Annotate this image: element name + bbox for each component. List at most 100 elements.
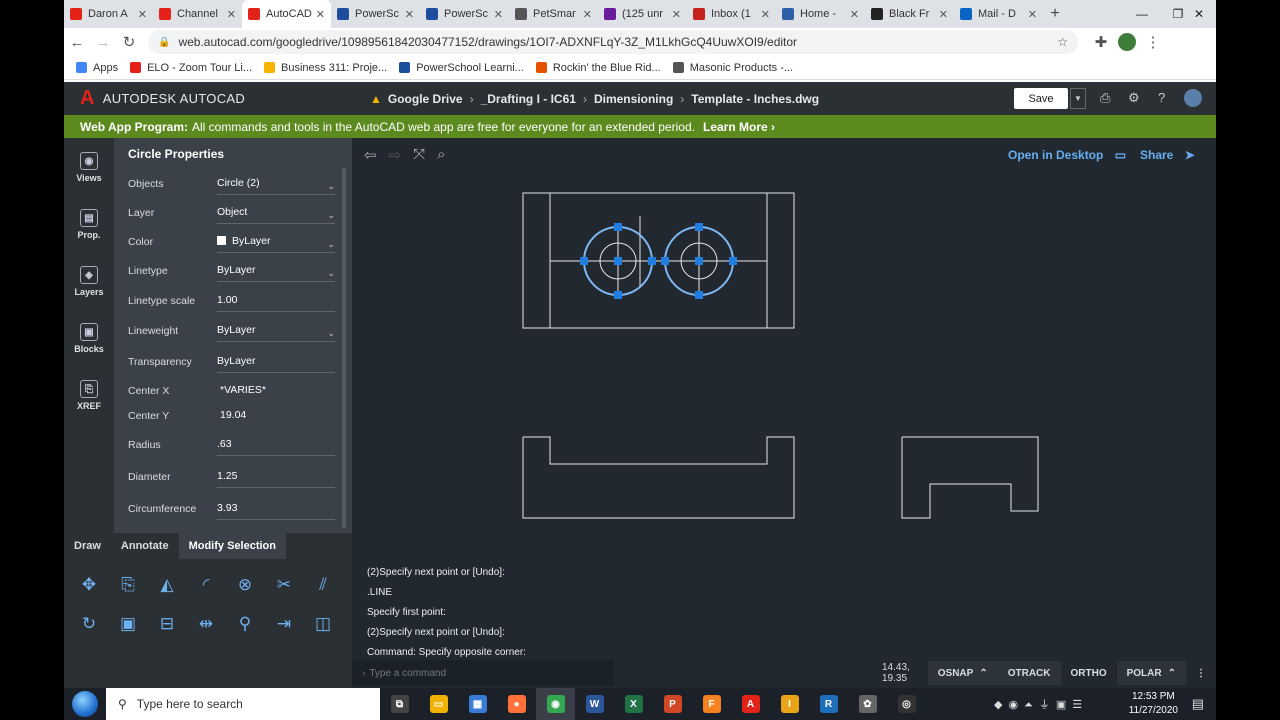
scrollbar[interactable] <box>342 168 346 528</box>
toggle-ortho[interactable]: ORTHO <box>1061 661 1117 685</box>
fillet-icon[interactable]: ◜ <box>194 573 218 597</box>
browser-tab[interactable]: Home - ✕ <box>776 0 865 28</box>
toggle-polar[interactable]: POLAR ⌃ <box>1116 661 1186 685</box>
drawing-canvas[interactable]: ⇦ ⇨ ⤧ ⌕ Open in Desktop ▭ Share ➤ (2)Spe… <box>352 138 1216 688</box>
taskbar-app[interactable]: ✿ <box>848 688 887 720</box>
open-in-desktop-button[interactable]: Open in Desktop ▭ <box>1008 148 1126 162</box>
breadcrumb-item[interactable]: Google Drive <box>388 92 463 106</box>
taskbar-app[interactable]: ● <box>497 688 536 720</box>
tab-draw[interactable]: Draw <box>64 533 111 559</box>
grip[interactable] <box>614 257 622 265</box>
nav-layers[interactable]: ◈ Layers <box>64 266 114 297</box>
rotate-icon[interactable]: ↻ <box>77 612 101 636</box>
break-icon[interactable]: ⇹ <box>194 612 218 636</box>
breadcrumb-item[interactable]: _Drafting I - IC61 <box>481 92 576 106</box>
nav-views[interactable]: ◉ Views <box>64 152 114 183</box>
bookmark-item[interactable]: ELO - Zoom Tour Li... <box>130 62 252 74</box>
close-icon[interactable]: ✕ <box>316 8 325 21</box>
property-value[interactable]: 1.00 <box>217 294 335 312</box>
copy-icon[interactable]: ⎘ <box>116 573 140 597</box>
tab-modify-selection[interactable]: Modify Selection <box>178 533 286 559</box>
share-button[interactable]: Share ➤ <box>1140 148 1195 162</box>
taskbar-app[interactable]: P <box>653 688 692 720</box>
browser-tab[interactable]: PowerSc ✕ <box>420 0 509 28</box>
property-value[interactable]: 19.04 <box>217 409 335 427</box>
grip[interactable] <box>614 291 622 299</box>
taskbar-app[interactable]: F <box>692 688 731 720</box>
close-icon[interactable]: ✕ <box>1028 8 1037 21</box>
grip[interactable] <box>695 257 703 265</box>
bookmark-item[interactable]: PowerSchool Learni... <box>399 62 524 74</box>
close-icon[interactable]: ✕ <box>227 8 236 21</box>
close-icon[interactable]: ✕ <box>405 8 414 21</box>
taskbar-app[interactable]: W <box>575 688 614 720</box>
taskbar-app[interactable]: ⧉ <box>380 688 419 720</box>
grip[interactable] <box>695 291 703 299</box>
property-value[interactable]: .63 <box>217 438 335 456</box>
close-icon[interactable]: ✕ <box>138 8 147 21</box>
browser-tab[interactable]: Mail - D ✕ <box>954 0 1043 28</box>
browser-tab[interactable]: PetSmar ✕ <box>509 0 598 28</box>
browser-menu-icon[interactable]: ⋮ <box>1140 29 1166 55</box>
close-icon[interactable]: ✕ <box>494 8 503 21</box>
close-icon[interactable]: ✕ <box>672 8 681 21</box>
browser-tab[interactable]: (125 unr ✕ <box>598 0 687 28</box>
chevron-up-icon[interactable]: ⌃ <box>979 668 987 679</box>
back-icon[interactable]: ← <box>64 29 90 55</box>
taskbar-app[interactable]: R <box>809 688 848 720</box>
browser-tab[interactable]: Inbox (1 ✕ <box>687 0 776 28</box>
property-value[interactable]: ByLayer ⌄ <box>217 324 335 342</box>
grip[interactable] <box>580 257 588 265</box>
array-icon[interactable]: ⊗ <box>233 573 257 597</box>
chevron-down-icon[interactable]: ⌄ <box>327 210 335 221</box>
help-icon[interactable]: ? <box>1158 90 1165 105</box>
match-properties-icon[interactable]: ⚲ <box>233 612 257 636</box>
chevron-down-icon[interactable]: ⌄ <box>327 239 335 250</box>
chevron-up-icon[interactable]: ⌃ <box>1168 668 1176 679</box>
user-avatar[interactable] <box>1184 89 1202 107</box>
browser-tab[interactable]: PowerSc ✕ <box>331 0 420 28</box>
close-icon[interactable]: ✕ <box>583 8 592 21</box>
chevron-down-icon[interactable]: ⌄ <box>327 268 335 279</box>
zoom-window-icon[interactable]: ⌕ <box>437 146 445 164</box>
profile-avatar[interactable] <box>1114 29 1140 55</box>
browser-tab[interactable]: AutoCAD ✕ <box>242 0 331 28</box>
join-icon[interactable]: ⊟ <box>155 612 179 636</box>
nav-prop[interactable]: ▤ Prop. <box>64 209 114 240</box>
bookmark-item[interactable]: Masonic Products -... <box>672 62 793 74</box>
browser-tab[interactable]: Channel ✕ <box>153 0 242 28</box>
grip[interactable] <box>695 223 703 231</box>
nav-xref[interactable]: ⎘ XREF <box>64 380 114 411</box>
learn-more-link[interactable]: Learn More › <box>703 120 775 134</box>
nav-blocks[interactable]: ▣ Blocks <box>64 323 114 354</box>
browser-tab[interactable]: Black Fr ✕ <box>865 0 954 28</box>
trim-icon[interactable]: ✂ <box>272 573 296 597</box>
close-icon[interactable]: ✕ <box>761 8 770 21</box>
scale-icon[interactable]: ▣ <box>116 612 140 636</box>
bookmark-item[interactable]: Apps <box>76 62 118 74</box>
property-value[interactable]: 1.25 <box>217 470 335 488</box>
browser-tab[interactable]: Daron A ✕ <box>64 0 153 28</box>
explode-icon[interactable]: ◫ <box>311 612 335 636</box>
taskbar-app[interactable]: I <box>770 688 809 720</box>
notification-icon[interactable]: ▤ <box>1192 696 1204 712</box>
forward-icon[interactable]: → <box>90 29 116 55</box>
property-value[interactable]: ByLayer <box>217 355 335 373</box>
trim-select-icon[interactable]: ⤧ <box>413 146 425 164</box>
taskbar-app[interactable]: A <box>731 688 770 720</box>
grip[interactable] <box>648 257 656 265</box>
gear-icon[interactable]: ⚙ <box>1128 90 1140 106</box>
start-button[interactable] <box>64 688 106 720</box>
property-value[interactable]: *VARIES* <box>217 384 335 402</box>
redo-icon[interactable]: ⇨ <box>389 146 402 164</box>
bookmark-item[interactable]: Business 311: Proje... <box>264 62 387 74</box>
taskbar-app[interactable]: ▦ <box>458 688 497 720</box>
close-icon[interactable]: ✕ <box>939 8 948 21</box>
grip[interactable] <box>729 257 737 265</box>
extend-icon[interactable]: ⇥ <box>272 612 296 636</box>
undo-icon[interactable]: ⇦ <box>364 146 377 164</box>
property-value[interactable]: Object ⌄ <box>217 206 335 224</box>
clock[interactable]: 12:53 PM 11/27/2020 <box>1129 690 1178 718</box>
taskbar-search[interactable]: ⚲ Type here to search <box>106 688 380 720</box>
property-value[interactable]: ByLayer ⌄ <box>217 235 335 253</box>
